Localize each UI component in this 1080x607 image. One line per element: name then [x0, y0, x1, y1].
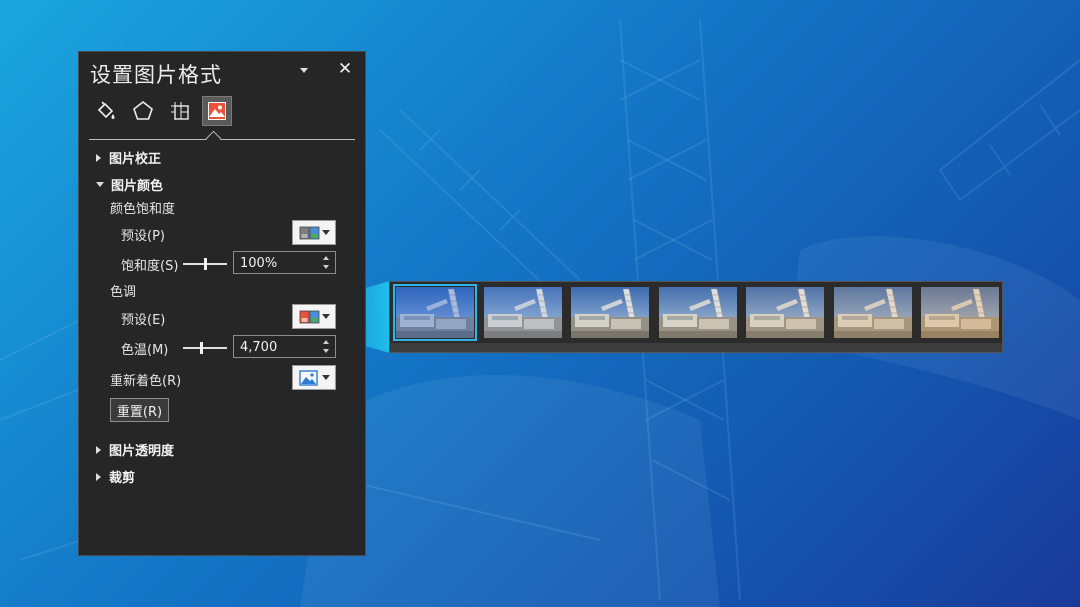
- saturation-preset-label: 预设(P): [121, 229, 165, 244]
- saturation-label: 饱和度(S): [121, 259, 179, 274]
- chevron-down-icon: [322, 314, 330, 319]
- building-thumbnail: [658, 287, 737, 338]
- temperature-slider[interactable]: [183, 341, 227, 355]
- pane-title: 设置图片格式: [90, 63, 222, 87]
- pentagon-icon: [133, 100, 153, 120]
- saturation-slider[interactable]: [183, 257, 227, 271]
- section-picture-color[interactable]: 图片颜色: [96, 175, 163, 194]
- spin-down-icon[interactable]: [323, 349, 329, 353]
- spin-up-icon[interactable]: [323, 256, 329, 260]
- color-tone-gallery: [389, 281, 1003, 353]
- tone-preset-label: 预设(E): [121, 313, 166, 328]
- pane-options-dropdown[interactable]: [299, 64, 311, 76]
- building-thumbnail: [746, 287, 824, 338]
- temperature-input[interactable]: [234, 336, 327, 359]
- tone-preset-swatch[interactable]: [658, 286, 738, 339]
- close-icon[interactable]: ✕: [337, 60, 353, 78]
- tone-preset-swatch[interactable]: [833, 286, 913, 339]
- tab-effects[interactable]: [128, 96, 158, 126]
- recolor-label: 重新着色(R): [110, 374, 182, 389]
- temperature-slider-thumb[interactable]: [200, 342, 203, 354]
- pane-tabs: [91, 96, 361, 128]
- tone-preset-swatch[interactable]: [570, 286, 650, 339]
- section-label: 图片校正: [109, 152, 162, 167]
- saturation-preset-icon: [299, 226, 320, 239]
- chevron-down-icon: [322, 230, 330, 235]
- tab-pointer: [205, 130, 222, 147]
- spin-down-icon[interactable]: [323, 265, 329, 269]
- section-picture-transparency[interactable]: 图片透明度: [96, 440, 174, 459]
- spin-up-icon[interactable]: [323, 340, 329, 344]
- tone-preset-swatch[interactable]: [393, 284, 477, 341]
- tone-preset-swatch[interactable]: [920, 286, 1000, 339]
- tone-group-label: 色调: [110, 285, 137, 300]
- saturation-preset-dropdown[interactable]: [292, 220, 336, 245]
- saturation-spinbox[interactable]: [233, 251, 336, 275]
- building-thumbnail: [921, 287, 999, 338]
- format-picture-pane: 设置图片格式 ✕ 图片校正 图片颜色 颜色饱和度 预设(P) 饱和度(S) 10…: [78, 51, 366, 556]
- paint-bucket-icon: [97, 101, 115, 119]
- tab-fill-line[interactable]: [91, 96, 121, 126]
- section-label: 图片颜色: [111, 179, 164, 194]
- size-layout-icon: [171, 102, 189, 120]
- section-picture-correction[interactable]: 图片校正: [96, 148, 161, 167]
- temperature-label: 色温(M): [121, 343, 169, 358]
- tone-preset-icon: [299, 310, 320, 323]
- tone-preset-dropdown[interactable]: [292, 304, 336, 329]
- recolor-picture-icon: [299, 369, 318, 386]
- collapse-arrow-icon: [96, 182, 104, 187]
- chevron-down-icon: [322, 375, 330, 380]
- reset-button[interactable]: 重置(R): [110, 398, 169, 422]
- tab-picture[interactable]: [202, 96, 232, 126]
- building-thumbnail: [396, 287, 474, 338]
- tone-preset-swatch[interactable]: [745, 286, 825, 339]
- section-crop[interactable]: 裁剪: [96, 467, 135, 486]
- building-thumbnail: [483, 287, 562, 338]
- tab-underline: [89, 139, 355, 140]
- gallery-footer: [390, 343, 1002, 352]
- slider-track: [183, 347, 227, 349]
- section-label: 裁剪: [109, 471, 136, 486]
- picture-icon: [208, 102, 226, 120]
- saturation-input[interactable]: [234, 252, 327, 275]
- recolor-dropdown[interactable]: [292, 365, 336, 390]
- saturation-group-label: 颜色饱和度: [110, 202, 176, 217]
- expand-arrow-icon: [96, 153, 101, 162]
- saturation-slider-thumb[interactable]: [204, 258, 207, 270]
- building-thumbnail: [571, 287, 649, 338]
- temperature-spinbox[interactable]: [233, 335, 336, 359]
- tab-size-properties[interactable]: [165, 96, 195, 126]
- tone-preset-swatch[interactable]: [483, 286, 563, 339]
- section-label: 图片透明度: [109, 444, 175, 459]
- building-thumbnail: [833, 287, 912, 338]
- expand-arrow-icon: [96, 472, 101, 481]
- expand-arrow-icon: [96, 445, 101, 454]
